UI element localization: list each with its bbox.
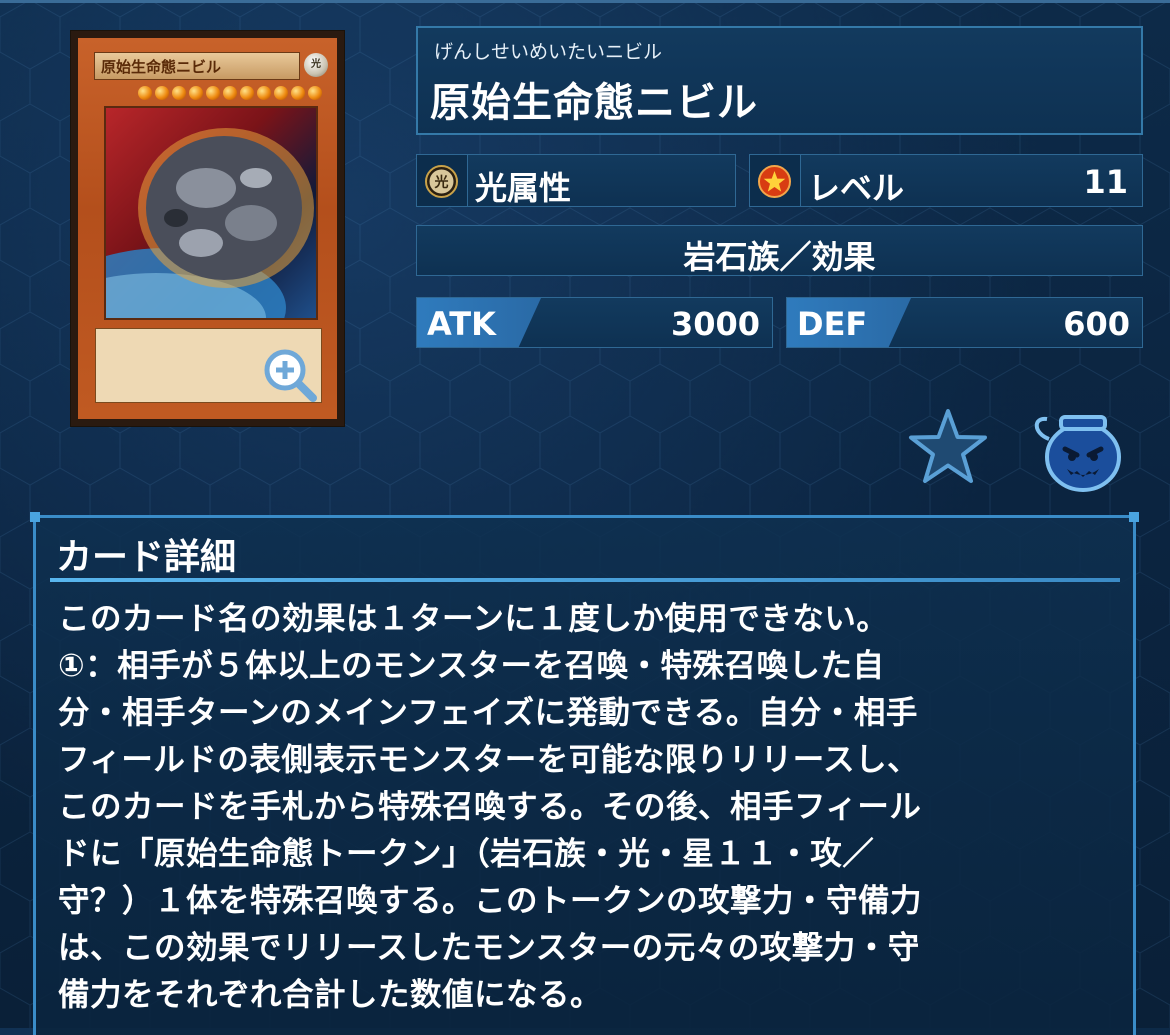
attribute-panel: 光 光属性 [416, 154, 736, 207]
card-name-panel: げんしせいめいたいニビル 原始生命態ニビル [416, 26, 1143, 135]
level-badge [750, 155, 801, 206]
card-image-level-stars [112, 86, 322, 100]
card-detail-divider [50, 578, 1120, 582]
level-star [274, 86, 288, 100]
level-star [206, 86, 220, 100]
panel-corner [30, 512, 40, 522]
level-star [189, 86, 203, 100]
atk-label: ATK [427, 305, 496, 343]
card-image[interactable]: 原始生命態ニビル 光 [71, 31, 344, 426]
level-value: 11 [1083, 163, 1128, 201]
attribute-badge: 光 [417, 155, 468, 206]
top-border [0, 0, 1170, 3]
star-icon[interactable] [906, 407, 990, 489]
card-image-attribute-icon: 光 [304, 53, 328, 77]
atk-panel: ATK 3000 [416, 297, 773, 348]
def-panel: DEF 600 [786, 297, 1143, 348]
pot-of-greed-icon[interactable] [1029, 409, 1125, 493]
card-detail-panel: カード詳細 このカード名の効果は１ターンに１度しか使用できない。 ①：相手が５体… [30, 512, 1139, 1035]
card-type-line: 岩石族／効果 [683, 238, 876, 276]
type-panel: 岩石族／効果 [416, 225, 1143, 276]
level-panel: レベル 11 [749, 154, 1143, 207]
card-image-name: 原始生命態ニビル [94, 52, 300, 80]
svg-text:光: 光 [434, 174, 449, 191]
level-star [240, 86, 254, 100]
card-name-ruby: げんしせいめいたいニビル [434, 41, 663, 63]
card-artwork [104, 106, 318, 320]
atk-value: 3000 [670, 305, 760, 343]
card-detail-title: カード詳細 [56, 537, 237, 578]
light-attribute-icon: 光 [425, 165, 458, 198]
level-star-icon [758, 165, 791, 198]
card-effect-text: このカード名の効果は１ターンに１度しか使用できない。 ①：相手が５体以上のモンス… [58, 601, 923, 1013]
level-star [155, 86, 169, 100]
level-label: レベル [808, 169, 905, 207]
card-name: 原始生命態ニビル [430, 80, 758, 126]
def-label: DEF [797, 305, 868, 343]
level-star [308, 86, 322, 100]
level-star [291, 86, 305, 100]
card-frame: 原始生命態ニビル 光 [78, 38, 337, 419]
level-star [172, 86, 186, 100]
panel-corner [1129, 512, 1139, 522]
level-star [138, 86, 152, 100]
magnifier-plus-icon[interactable] [263, 348, 319, 404]
level-star [223, 86, 237, 100]
attribute-label: 光属性 [475, 169, 572, 207]
def-value: 600 [1063, 305, 1130, 343]
level-star [257, 86, 271, 100]
